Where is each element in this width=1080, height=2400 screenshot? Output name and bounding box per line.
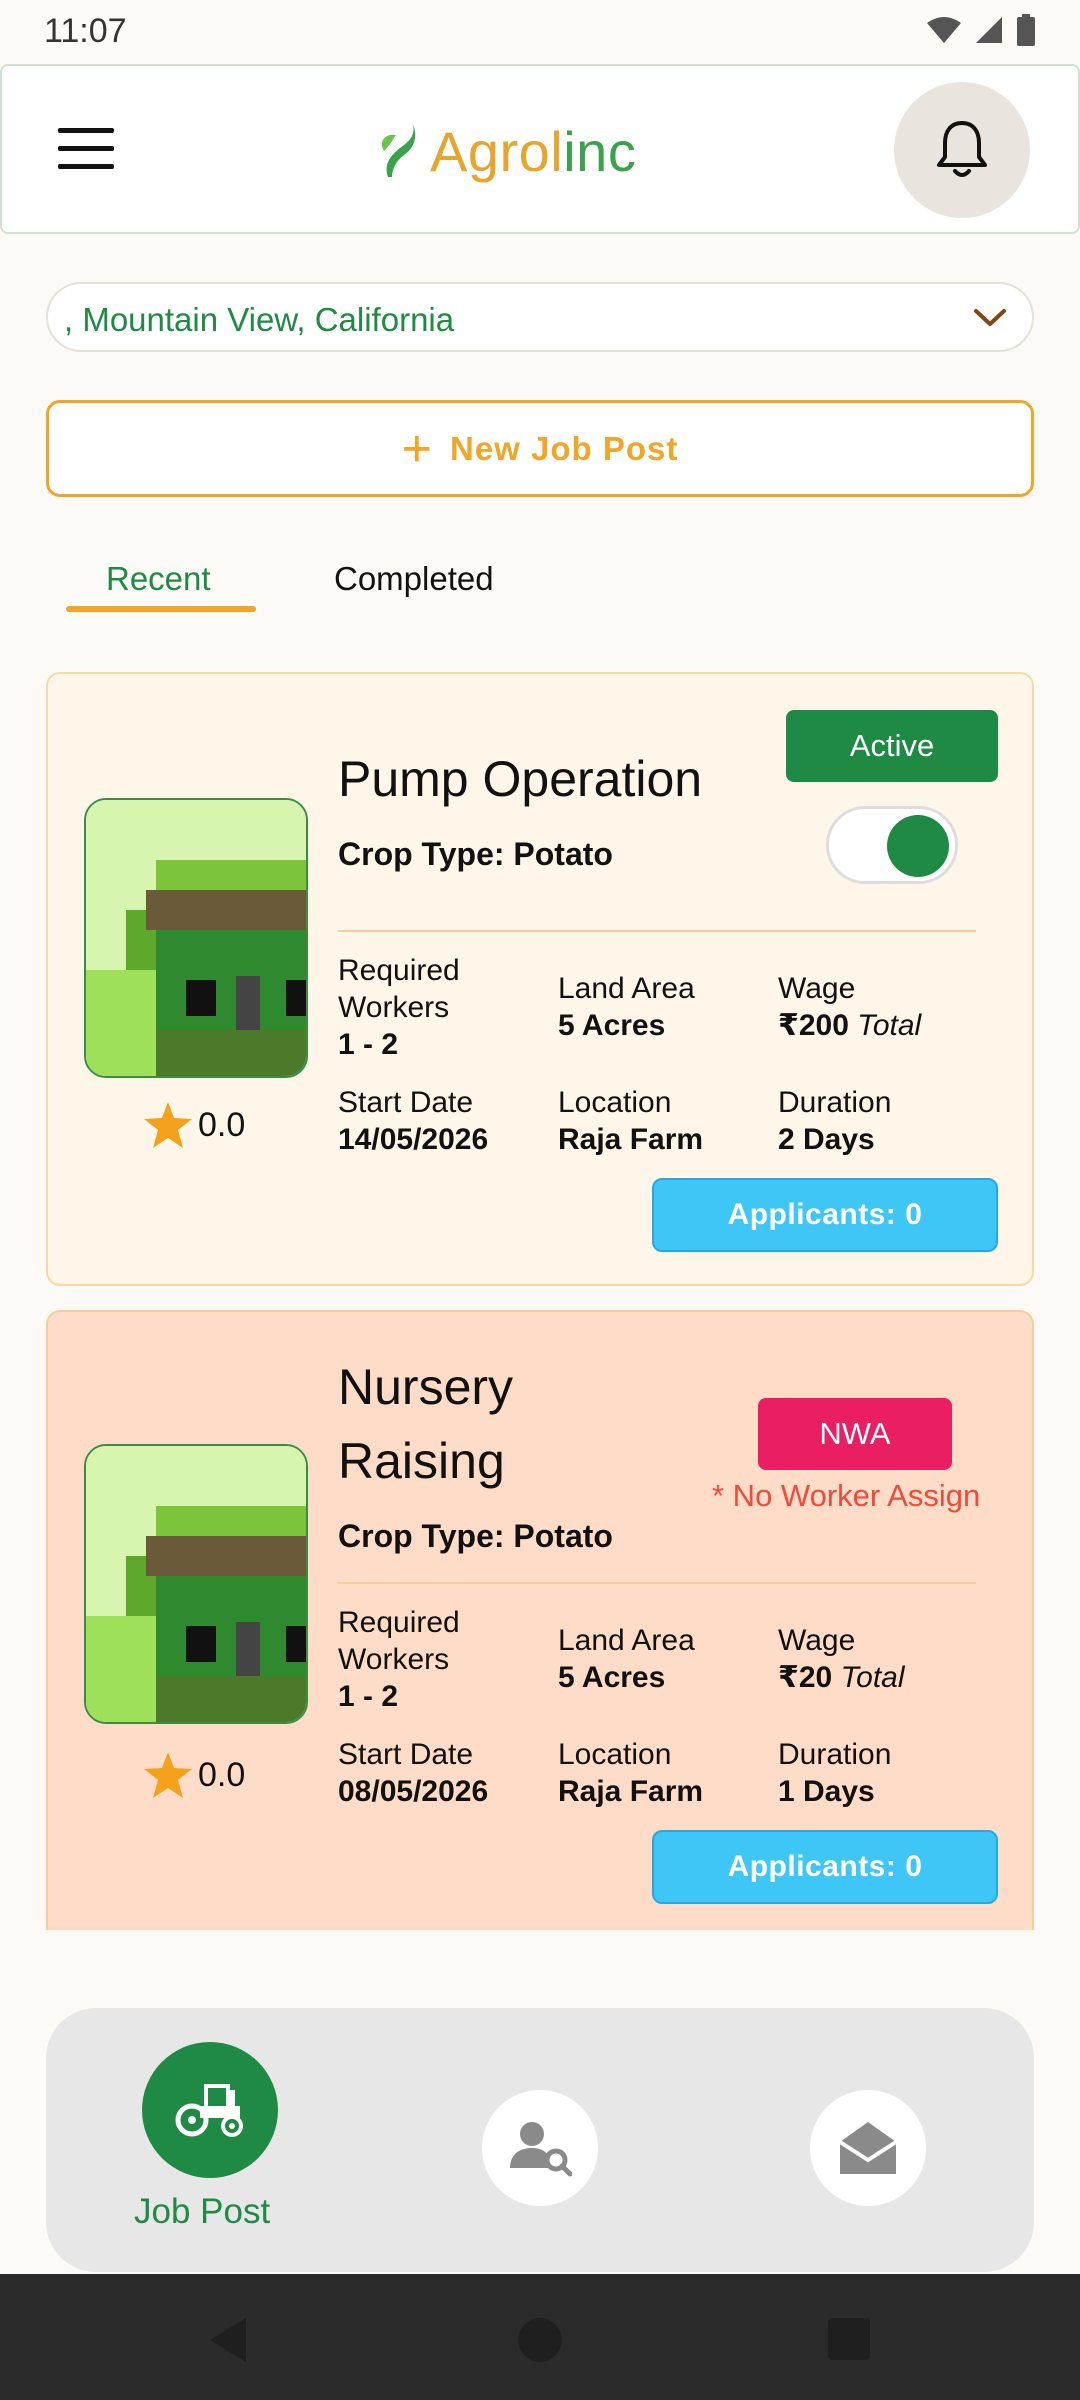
location: Location Raja Farm — [558, 1084, 703, 1158]
duration-label: Duration — [778, 1086, 892, 1119]
rating-value: 0.0 — [198, 1105, 246, 1144]
user-search-icon — [510, 2122, 572, 2177]
star-icon — [144, 1102, 192, 1148]
recents-icon[interactable] — [828, 2318, 870, 2360]
bell-icon — [937, 121, 987, 177]
wage-value: ₹200 — [778, 1009, 849, 1042]
battery-icon — [1017, 14, 1035, 46]
required-workers-label-1: Required — [338, 954, 460, 987]
land-area-value: 5 Acres — [558, 1009, 666, 1042]
start-date: Start Date 14/05/2026 — [338, 1084, 488, 1158]
location: Location Raja Farm — [558, 1736, 703, 1810]
duration-value: 1 Days — [778, 1775, 875, 1808]
job-title-line-1: Nursery — [338, 1359, 514, 1415]
logo-text-tail: inc — [563, 119, 637, 183]
home-icon[interactable] — [516, 2316, 564, 2364]
job-thumbnail — [84, 1444, 308, 1724]
rating: 0.0 — [144, 1102, 245, 1148]
wifi-icon — [927, 17, 961, 43]
new-job-post-button[interactable]: + New Job Post — [46, 400, 1034, 497]
duration: Duration 2 Days — [778, 1084, 891, 1158]
divider — [338, 930, 976, 932]
job-title-line-2: Raising — [338, 1433, 505, 1489]
wage-suffix: Total — [857, 1009, 922, 1042]
tractor-icon — [175, 2084, 243, 2137]
land-area-value: 5 Acres — [558, 1661, 666, 1694]
start-date: Start Date 08/05/2026 — [338, 1736, 488, 1810]
required-workers-label-2: Workers — [338, 991, 450, 1024]
leaf-logo-icon — [381, 123, 416, 177]
land-area-label: Land Area — [558, 1624, 695, 1657]
app-bar: Agrolinc — [0, 64, 1080, 234]
wage-suffix: Total — [840, 1661, 905, 1694]
location-label: Location — [558, 1086, 672, 1119]
status-badge: NWA — [758, 1398, 952, 1470]
required-workers: Required Workers 1 - 2 — [338, 1604, 460, 1715]
new-job-post-label: New Job Post — [450, 429, 679, 467]
nav-job-post-button[interactable] — [142, 2042, 278, 2178]
status-note: * No Worker Assign — [712, 1478, 981, 1513]
tab-recent[interactable]: Recent — [106, 560, 211, 598]
job-card[interactable]: 0.0 Nursery Raising Crop Type: Potato NW… — [46, 1310, 1034, 1930]
wage-label: Wage — [778, 972, 856, 1005]
divider — [338, 1582, 976, 1584]
active-toggle[interactable] — [826, 806, 958, 884]
start-date-value: 14/05/2026 — [338, 1123, 489, 1156]
duration-label: Duration — [778, 1738, 892, 1771]
start-date-label: Start Date — [338, 1738, 474, 1771]
start-date-value: 08/05/2026 — [338, 1775, 489, 1808]
star-icon — [144, 1752, 192, 1798]
nav-job-post-label: Job Post — [134, 2192, 271, 2231]
logo-text: Agrol — [430, 119, 564, 183]
job-card[interactable]: 0.0 Pump Operation Crop Type: Potato Act… — [46, 672, 1034, 1286]
applicants-button[interactable]: Applicants: 0 — [652, 1178, 998, 1252]
job-thumbnail — [84, 798, 308, 1078]
wage-label: Wage — [778, 1624, 856, 1657]
wage: Wage ₹20 Total — [778, 1622, 905, 1696]
chevron-down-icon — [974, 309, 1006, 326]
status-badge: Active — [786, 710, 998, 782]
applicants-button[interactable]: Applicants: 0 — [652, 1830, 998, 1904]
back-icon[interactable] — [206, 2316, 250, 2364]
app-logo: Agrolinc — [376, 116, 636, 186]
location-value: Raja Farm — [558, 1123, 704, 1156]
duration: Duration 1 Days — [778, 1736, 891, 1810]
signal-icon — [976, 17, 1002, 43]
status-time: 11:07 — [44, 12, 127, 50]
job-title: Nursery Raising — [338, 1350, 513, 1498]
tab-completed[interactable]: Completed — [334, 560, 494, 598]
location-select[interactable]: , Mountain View, California — [46, 282, 1034, 352]
wage: Wage ₹200 Total — [778, 970, 921, 1044]
location-value: , Mountain View, California — [64, 301, 455, 338]
menu-icon[interactable] — [58, 128, 114, 172]
land-area-label: Land Area — [558, 972, 695, 1005]
rating: 0.0 — [144, 1752, 245, 1798]
required-workers-label-1: Required — [338, 1606, 460, 1639]
wage-value: ₹20 — [778, 1661, 833, 1694]
location-value: Raja Farm — [558, 1775, 704, 1808]
required-workers: Required Workers 1 - 2 — [338, 952, 460, 1063]
nav-messages-button[interactable] — [810, 2090, 926, 2206]
location-label: Location — [558, 1738, 672, 1771]
land-area: Land Area 5 Acres — [558, 1622, 695, 1696]
plus-icon: + — [401, 419, 432, 478]
required-workers-value: 1 - 2 — [338, 1028, 399, 1061]
system-navigation-bar — [0, 2274, 1080, 2400]
start-date-label: Start Date — [338, 1086, 474, 1119]
notifications-button[interactable] — [894, 82, 1030, 218]
status-icons — [926, 14, 1036, 46]
required-workers-label-2: Workers — [338, 1643, 450, 1676]
required-workers-value: 1 - 2 — [338, 1680, 399, 1713]
crop-type: Crop Type: Potato — [338, 1518, 613, 1554]
status-bar: 11:07 — [0, 0, 1080, 62]
tab-indicator — [66, 606, 256, 612]
bottom-navigation: Job Post — [46, 2008, 1034, 2272]
mail-open-icon — [838, 2122, 898, 2174]
rating-value: 0.0 — [198, 1755, 246, 1794]
crop-type: Crop Type: Potato — [338, 836, 613, 872]
duration-value: 2 Days — [778, 1123, 875, 1156]
land-area: Land Area 5 Acres — [558, 970, 695, 1044]
job-title: Pump Operation — [338, 751, 703, 807]
nav-find-workers-button[interactable] — [482, 2090, 598, 2206]
